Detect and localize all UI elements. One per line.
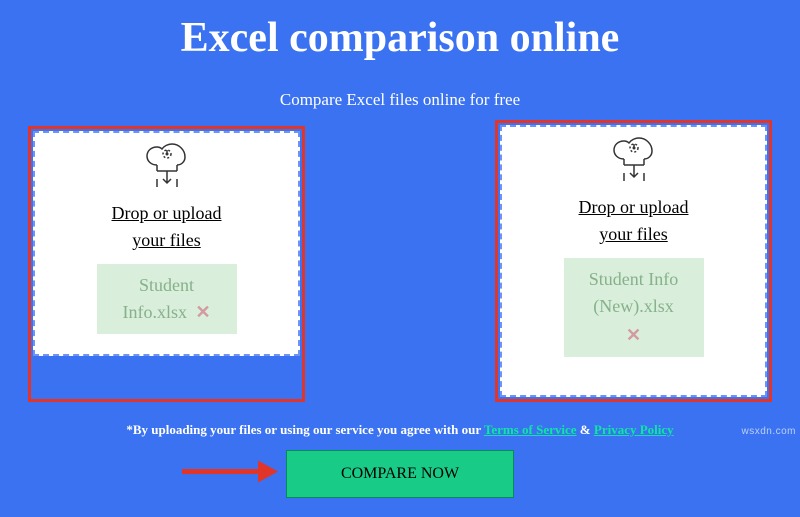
file-chip-right-name: Student Info (New).xlsx [574,266,694,320]
privacy-policy-link[interactable]: Privacy Policy [594,422,674,437]
page-subtitle: Compare Excel files online for free [0,90,800,110]
dropzone-right[interactable]: Drop or upload your files Student Info (… [500,125,767,397]
arrow-annotation-icon [180,457,280,492]
compare-now-button[interactable]: COMPARE NOW [286,450,514,498]
remove-file-left-icon[interactable]: ✕ [195,302,210,322]
dropzone-right-label: Drop or upload your files [579,194,689,248]
dropzone-row: Drop or upload your files Student Info.x… [0,110,800,402]
watermark-text: wsxdn.com [741,426,796,437]
remove-file-right-icon[interactable]: ✕ [626,322,641,349]
cloud-upload-icon [606,137,662,190]
drop-label-line2: your files [132,230,200,250]
page-title: Excel comparison online [0,0,800,62]
drop-label-line1: Drop or upload [112,203,222,223]
file-chip-left: Student Info.xlsx ✕ [97,264,237,334]
terms-of-service-link[interactable]: Terms of Service [484,422,577,437]
terms-ampersand: & [580,422,594,437]
terms-text: *By uploading your files or using our se… [0,422,800,438]
dropzone-left-label: Drop or upload your files [112,200,222,254]
terms-prefix: *By uploading your files or using our se… [126,422,484,437]
dropzone-right-highlight: Drop or upload your files Student Info (… [495,120,772,402]
dropzone-left-highlight: Drop or upload your files Student Info.x… [28,126,305,402]
compare-row: COMPARE NOW [0,450,800,498]
drop-label-line1: Drop or upload [579,197,689,217]
dropzone-left[interactable]: Drop or upload your files Student Info.x… [33,131,300,356]
drop-label-line2: your files [599,224,667,244]
cloud-upload-icon [139,143,195,196]
file-chip-right: Student Info (New).xlsx ✕ [564,258,704,357]
file-chip-left-name: Student Info.xlsx [122,275,194,322]
